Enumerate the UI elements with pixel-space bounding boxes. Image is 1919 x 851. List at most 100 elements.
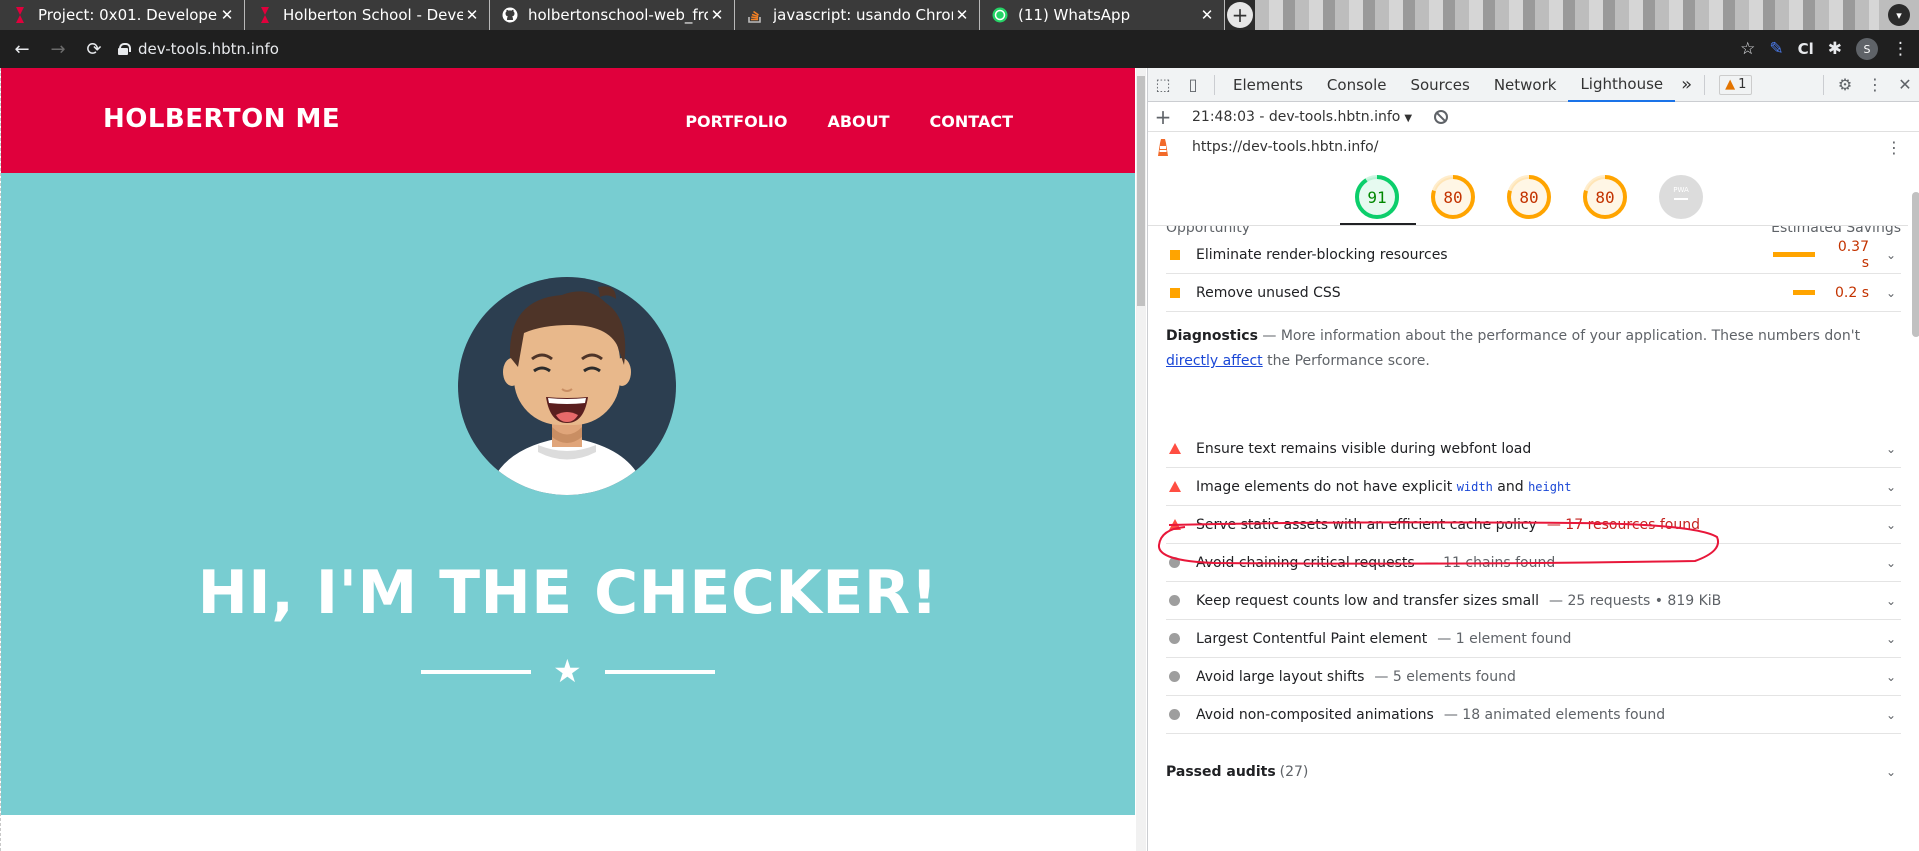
tab-network[interactable]: Network [1482,68,1569,102]
gauge-performance[interactable]: 91 [1354,174,1400,220]
page-scrollbar[interactable] [1136,68,1146,851]
plus-icon: + [1227,2,1253,28]
chevron-down-icon[interactable]: ⌄ [1881,708,1901,722]
divider-line [605,670,715,674]
diagnostic-row[interactable]: Avoid non-composited animations — 18 ani… [1166,696,1901,734]
opportunity-row[interactable]: Eliminate render-blocking resources 0.37… [1166,236,1901,274]
more-options-icon[interactable]: ⋮ [1860,68,1890,102]
report-selector[interactable]: 21:48:03 - dev-tools.hbtn.info ▼ [1192,109,1412,125]
close-tab-icon[interactable]: ✕ [218,6,236,24]
gauge-best-practices[interactable]: 80 [1506,174,1552,220]
address-bar-url[interactable]: dev-tools.hbtn.info [138,40,279,58]
nav-link-about[interactable]: ABOUT [827,112,889,131]
pwa-gauge-badge [1659,175,1703,219]
average-square-icon [1170,249,1180,260]
divider [1823,74,1824,95]
report-scrollbar[interactable] [1912,162,1919,851]
profile-avatar[interactable]: S [1856,38,1878,60]
close-devtools-icon[interactable]: ✕ [1890,68,1919,102]
audit-title: Largest Contentful Paint element [1196,630,1428,647]
chevron-down-icon[interactable]: ⌄ [1881,518,1901,532]
chevron-down-icon[interactable]: ⌄ [1881,248,1901,262]
tab-title: Holberton School - Develo [283,6,463,24]
browser-tab-holberton[interactable]: Holberton School - Develo ✕ [245,0,490,30]
tab-title: javascript: usando Chrom [773,6,953,24]
info-circle-icon [1169,557,1180,568]
diagnostic-row[interactable]: Largest Contentful Paint element — 1 ele… [1166,620,1901,658]
warning-count: 1 [1738,77,1747,92]
gauge-accessibility[interactable]: 80 [1430,174,1476,220]
reload-button[interactable]: ⟳ [80,35,108,63]
chevron-down-icon[interactable]: ⌄ [1881,632,1901,646]
close-tab-icon[interactable]: ✕ [1198,6,1216,24]
forward-button[interactable]: → [44,35,72,63]
gauge-seo[interactable]: 80 [1582,174,1628,220]
tab-search-button[interactable]: ▾ [1879,0,1919,30]
inspect-element-icon[interactable]: ⬚ [1148,68,1178,102]
tab-sources[interactable]: Sources [1398,68,1481,102]
diagnostic-row[interactable]: Ensure text remains visible during webfo… [1166,430,1901,468]
info-circle-icon [1169,709,1180,720]
code-height: height [1528,479,1572,494]
address-bar[interactable]: dev-tools.hbtn.info [118,40,279,58]
gauge-pwa[interactable]: PWA [1658,174,1704,220]
diagnostics-description: Diagnostics — More information about the… [1166,324,1901,374]
more-tabs-button[interactable]: » [1675,68,1698,102]
nav-link-portfolio[interactable]: PORTFOLIO [685,112,787,131]
passed-audits-group[interactable]: Passed audits (27) ⌄ [1166,764,1901,780]
browser-tab-github[interactable]: holbertonschool-web_fron ✕ [490,0,735,30]
chevron-down-icon[interactable]: ⌄ [1881,442,1901,456]
info-circle-icon [1169,595,1180,606]
close-tab-icon[interactable]: ✕ [708,6,726,24]
extension-c-icon[interactable]: Cl [1798,40,1814,58]
chevron-down-icon[interactable]: ⌄ [1881,765,1901,779]
site-header: HOLBERTON ME PORTFOLIO ABOUT CONTACT [1,68,1135,173]
diagnostic-row[interactable]: Avoid large layout shifts — 5 elements f… [1166,658,1901,696]
browser-tab-project[interactable]: Project: 0x01. Developer t ✕ [0,0,245,30]
browser-tab-whatsapp[interactable]: (11) WhatsApp ✕ [980,0,1225,30]
clear-reports-icon[interactable] [1434,109,1449,124]
tab-console[interactable]: Console [1315,68,1399,102]
close-tab-icon[interactable]: ✕ [463,6,481,24]
opportunity-row[interactable]: Remove unused CSS 0.2 s ⌄ [1166,274,1901,312]
tab-lighthouse[interactable]: Lighthouse [1568,68,1676,102]
chevron-down-icon[interactable]: ⌄ [1881,286,1901,300]
tab-elements[interactable]: Elements [1221,68,1315,102]
pwa-gauge-label: PWA [1673,186,1689,194]
new-report-plus-icon[interactable]: + [1148,105,1178,129]
report-scrollbar-thumb[interactable] [1912,192,1919,337]
page-scrollbar-thumb[interactable] [1137,76,1145,306]
extension-pen-icon[interactable]: ✎ [1769,39,1783,59]
new-tab-button[interactable]: + [1225,0,1255,30]
settings-gear-icon[interactable]: ⚙ [1830,68,1860,102]
holberton-favicon-icon [12,7,28,23]
diagnostic-row[interactable]: Avoid chaining critical requests — 11 ch… [1166,544,1901,582]
device-toolbar-icon[interactable]: ▯ [1178,68,1208,102]
tab-strip: Project: 0x01. Developer t ✕ Holberton S… [0,0,1919,30]
site-brand[interactable]: HOLBERTON ME [103,104,340,134]
nav-link-contact[interactable]: CONTACT [930,112,1013,131]
warnings-badge[interactable]: ▲ 1 [1719,74,1753,95]
directly-affect-link[interactable]: directly affect [1166,353,1263,369]
lock-icon[interactable] [118,43,131,55]
lighthouse-report-header: https://dev-tools.hbtn.info/ ⋮ [1148,132,1919,162]
browser-menu-icon[interactable]: ⋮ [1892,39,1909,59]
browser-tab-stackoverflow[interactable]: javascript: usando Chrom ✕ [735,0,980,30]
diagnostic-row-cache-policy[interactable]: Serve static assets with an efficient ca… [1166,506,1901,544]
report-url[interactable]: https://dev-tools.hbtn.info/ [1192,139,1378,155]
bookmark-star-icon[interactable]: ☆ [1740,39,1755,59]
close-tab-icon[interactable]: ✕ [953,6,971,24]
chevron-down-icon[interactable]: ⌄ [1881,556,1901,570]
diagnostic-row[interactable]: Image elements do not have explicit widt… [1166,468,1901,506]
diagnostics-text-end: the Performance score. [1262,353,1430,369]
tab-title: (11) WhatsApp [1018,6,1131,24]
chevron-down-icon[interactable]: ⌄ [1881,594,1901,608]
tab-title: Project: 0x01. Developer t [38,6,218,24]
browser-toolbar: ← → ⟳ dev-tools.hbtn.info ☆ ✎ Cl ✱ S ⋮ [0,30,1919,68]
chevron-down-icon[interactable]: ⌄ [1881,480,1901,494]
back-button[interactable]: ← [8,35,36,63]
extensions-puzzle-icon[interactable]: ✱ [1828,39,1842,59]
chevron-down-icon[interactable]: ⌄ [1881,670,1901,684]
diagnostic-row[interactable]: Keep request counts low and transfer siz… [1166,582,1901,620]
report-menu-icon[interactable]: ⋮ [1886,138,1902,157]
